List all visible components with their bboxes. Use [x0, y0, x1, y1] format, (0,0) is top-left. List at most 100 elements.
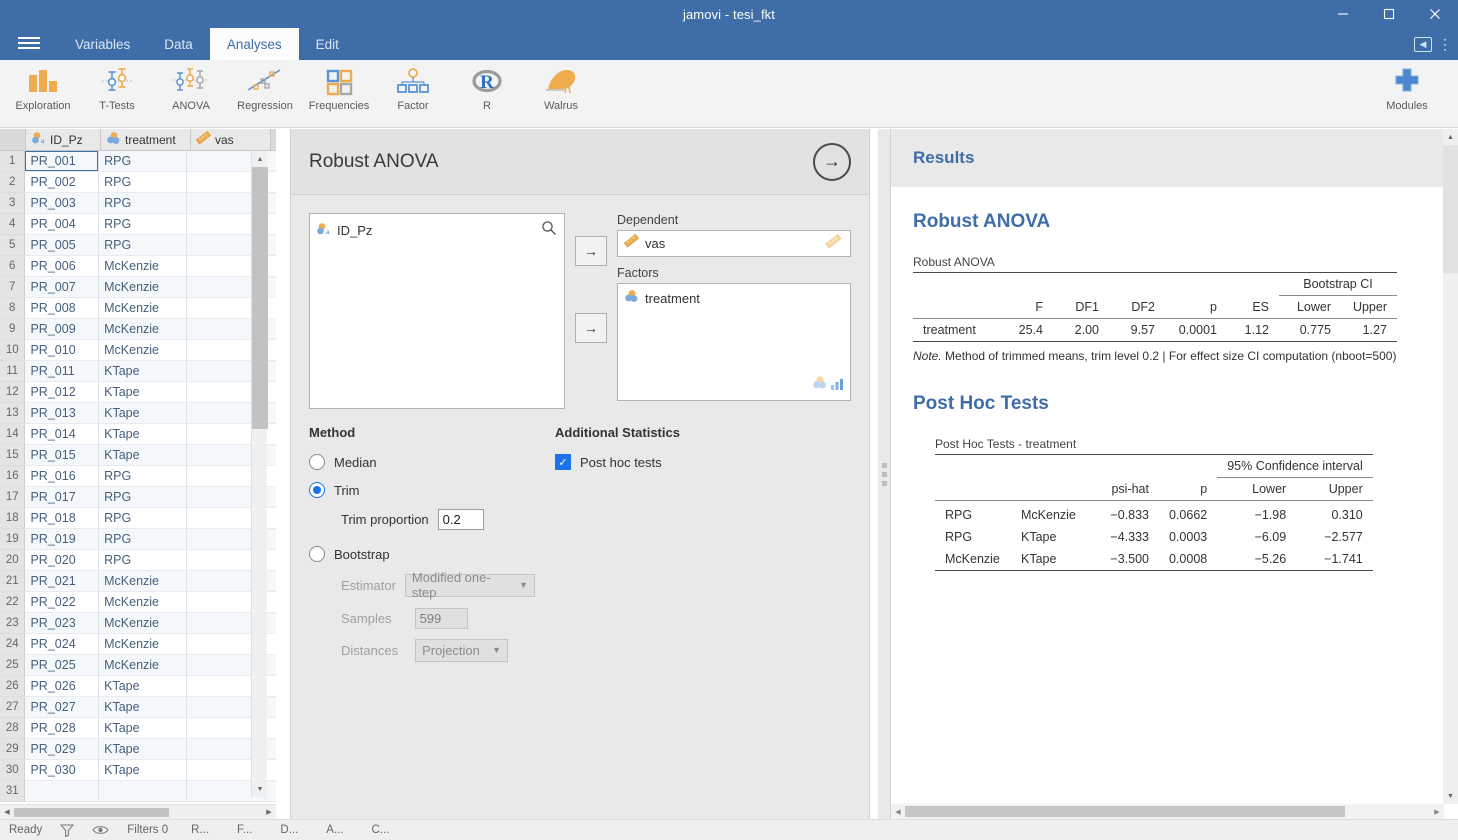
cell-treatment[interactable]	[99, 781, 188, 802]
table-row[interactable]: 9PR_009McKenzie2	[0, 319, 276, 340]
row-number[interactable]: 21	[0, 571, 26, 592]
variable-item-id-pz[interactable]: a ID_Pz	[316, 220, 558, 241]
table-row[interactable]: 11PR_011KTape7	[0, 361, 276, 382]
cell-id-pz[interactable]: PR_011	[25, 361, 100, 382]
table-row[interactable]: 18PR_018RPG1	[0, 508, 276, 529]
cell-id-pz[interactable]: PR_005	[25, 235, 100, 256]
status-item-r[interactable]: R...	[177, 824, 223, 836]
cell-treatment[interactable]: KTape	[99, 718, 188, 739]
cell-treatment[interactable]: RPG	[99, 550, 188, 571]
factors-box[interactable]: treatment	[617, 283, 851, 401]
row-number[interactable]: 2	[0, 172, 26, 193]
results-scroll-thumb[interactable]	[1443, 145, 1458, 273]
table-row[interactable]: 19PR_019RPG1	[0, 529, 276, 550]
table-row[interactable]: 3PR_003RPG1	[0, 193, 276, 214]
row-number[interactable]: 4	[0, 214, 26, 235]
scroll-right-icon[interactable]: ▶	[262, 808, 276, 816]
results-posthoc-heading[interactable]: Post Hoc Tests	[913, 393, 1436, 415]
table-row[interactable]: 20PR_020RPG2	[0, 550, 276, 571]
radio-median-button[interactable]	[309, 454, 325, 470]
cell-treatment[interactable]: RPG	[99, 151, 188, 172]
cell-treatment[interactable]: RPG	[99, 235, 188, 256]
cell-id-pz[interactable]: PR_018	[25, 508, 100, 529]
table-row[interactable]: 22PR_022McKenzie3	[0, 592, 276, 613]
table-row[interactable]: 21PR_021McKenzie2	[0, 571, 276, 592]
row-number[interactable]: 9	[0, 319, 26, 340]
cell-treatment[interactable]: RPG	[99, 508, 188, 529]
cell-treatment[interactable]: KTape	[99, 445, 188, 466]
table-row[interactable]: 1PR_001RPG2	[0, 151, 276, 172]
cell-id-pz[interactable]: PR_004	[25, 214, 100, 235]
cell-empty[interactable]	[266, 676, 276, 697]
table-row[interactable]: 2PR_002RPG2	[0, 172, 276, 193]
row-number[interactable]: 10	[0, 340, 26, 361]
cell-treatment[interactable]: McKenzie	[99, 571, 188, 592]
cell-id-pz[interactable]	[25, 781, 100, 802]
cell-id-pz[interactable]: PR_007	[25, 277, 100, 298]
assign-factors-button[interactable]: →	[575, 313, 607, 343]
ribbon-button-t-tests[interactable]: T-Tests	[80, 60, 154, 124]
table-row[interactable]: 4PR_004RPG1	[0, 214, 276, 235]
cell-empty[interactable]	[266, 592, 276, 613]
scroll-down-icon[interactable]: ▼	[1443, 788, 1458, 804]
table-row[interactable]: 8PR_008McKenzie4	[0, 298, 276, 319]
assign-dependent-button[interactable]: →	[575, 236, 607, 266]
cell-treatment[interactable]: RPG	[99, 214, 188, 235]
row-number[interactable]: 6	[0, 256, 26, 277]
search-icon[interactable]	[541, 220, 557, 241]
cell-id-pz[interactable]: PR_001	[25, 151, 100, 172]
row-number[interactable]: 12	[0, 382, 26, 403]
row-number[interactable]: 15	[0, 445, 26, 466]
scroll-up-icon[interactable]: ▲	[252, 151, 268, 167]
row-number[interactable]: 18	[0, 508, 26, 529]
cell-id-pz[interactable]: PR_021	[25, 571, 100, 592]
minimize-button[interactable]	[1320, 0, 1366, 28]
row-number[interactable]: 26	[0, 676, 26, 697]
results-horizontal-scrollbar[interactable]: ◀ ▶	[891, 804, 1444, 819]
cell-treatment[interactable]: KTape	[99, 382, 188, 403]
cell-id-pz[interactable]: PR_027	[25, 697, 100, 718]
status-item-c[interactable]: C...	[358, 824, 404, 836]
results-anova-heading[interactable]: Robust ANOVA	[913, 211, 1436, 233]
cell-treatment[interactable]: McKenzie	[99, 298, 188, 319]
cell-treatment[interactable]: KTape	[99, 361, 188, 382]
cell-id-pz[interactable]: PR_003	[25, 193, 100, 214]
cell-empty[interactable]	[266, 445, 276, 466]
cell-id-pz[interactable]: PR_029	[25, 739, 100, 760]
cell-id-pz[interactable]: PR_015	[25, 445, 100, 466]
cell-treatment[interactable]: RPG	[99, 193, 188, 214]
ribbon-button-modules[interactable]: Modules	[1370, 60, 1444, 124]
cell-treatment[interactable]: McKenzie	[99, 592, 188, 613]
cell-empty[interactable]	[266, 550, 276, 571]
cell-empty[interactable]	[266, 760, 276, 781]
cell-treatment[interactable]: McKenzie	[99, 256, 188, 277]
row-number[interactable]: 30	[0, 760, 26, 781]
row-number[interactable]: 5	[0, 235, 26, 256]
column-header-treatment[interactable]: treatment	[101, 129, 191, 150]
cell-empty[interactable]	[266, 739, 276, 760]
eye-icon[interactable]	[83, 824, 118, 836]
row-number[interactable]: 17	[0, 487, 26, 508]
tab-analyses[interactable]: Analyses	[209, 28, 299, 60]
cell-id-pz[interactable]: PR_008	[25, 298, 100, 319]
panel-splitter[interactable]	[878, 129, 890, 819]
cell-treatment[interactable]: KTape	[99, 403, 188, 424]
cell-id-pz[interactable]: PR_028	[25, 718, 100, 739]
grid-select-all-corner[interactable]	[0, 129, 26, 150]
maximize-button[interactable]	[1366, 0, 1412, 28]
table-row[interactable]: 23PR_023McKenzie2	[0, 613, 276, 634]
table-row[interactable]: 17PR_017RPG2	[0, 487, 276, 508]
row-number[interactable]: 13	[0, 403, 26, 424]
more-options-icon[interactable]: ⋮	[1438, 37, 1452, 51]
table-row[interactable]: 13PR_013KTape5	[0, 403, 276, 424]
table-row[interactable]: 26PR_026KTape8	[0, 676, 276, 697]
tab-data[interactable]: Data	[147, 28, 210, 60]
cell-id-pz[interactable]: PR_006	[25, 256, 100, 277]
data-grid-horizontal-scrollbar[interactable]: ◀ ▶	[0, 804, 276, 819]
ribbon-button-factor[interactable]: Factor	[376, 60, 450, 124]
table-row[interactable]: 15PR_015KTape6	[0, 445, 276, 466]
cell-id-pz[interactable]: PR_014	[25, 424, 100, 445]
estimator-select[interactable]: Modified one-step ▼	[404, 570, 535, 600]
cell-id-pz[interactable]: PR_013	[25, 403, 100, 424]
cell-treatment[interactable]: McKenzie	[99, 277, 188, 298]
